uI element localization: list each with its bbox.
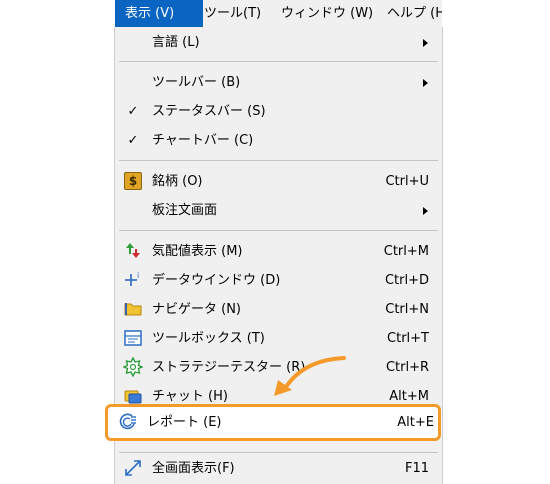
menu-item-label: 銘柄 (O) <box>152 174 203 189</box>
menu-item-toolbar[interactable]: ツールバー (B) <box>115 68 442 97</box>
menu-item-data-window[interactable]: i データウインドウ (D) Ctrl+D <box>115 266 442 295</box>
menu-item-label: ナビゲータ (N) <box>152 302 242 317</box>
menu-window[interactable]: ウィンドウ (W) <box>281 0 373 27</box>
market-watch-icon <box>123 241 143 261</box>
data-window-icon: i <box>123 270 143 290</box>
menu-item-shortcut: Ctrl+M <box>383 244 429 259</box>
menu-item-fullscreen[interactable]: 全画面表示(F) F11 <box>115 454 442 483</box>
svg-text:i: i <box>137 271 139 280</box>
menu-view[interactable]: 表示 (V) <box>115 0 203 27</box>
separator <box>119 61 438 62</box>
separator <box>119 230 438 231</box>
check-icon: ✓ <box>127 103 139 119</box>
menu-item-symbol[interactable]: $ 銘柄 (O) Ctrl+U <box>115 167 442 196</box>
menu-help[interactable]: ヘルプ (H <box>387 0 442 27</box>
menu-item-toolbox[interactable]: ツールボックス (T) Ctrl+T <box>115 324 442 353</box>
separator <box>119 160 438 161</box>
menu-item-shortcut: F11 <box>404 461 429 476</box>
menu-item-statusbar[interactable]: ✓ ステータスバー (S) <box>115 97 442 126</box>
menu-item-shortcut: Alt+E <box>397 415 434 430</box>
separator <box>119 452 438 453</box>
menu-tools[interactable]: ツール(T) <box>204 0 261 27</box>
check-icon: ✓ <box>127 132 139 148</box>
submenu-arrow-icon <box>423 207 428 215</box>
menu-item-shortcut: Ctrl+U <box>385 174 429 189</box>
menu-item-shortcut: Alt+M <box>389 389 429 404</box>
menu-item-label: 板注文画面 <box>152 203 218 218</box>
menu-item-label: 言語 (L) <box>152 35 200 50</box>
menu-item-depth-of-market[interactable]: 板注文画面 <box>115 196 442 225</box>
menu-item-label: ステータスバー (S) <box>152 104 266 119</box>
menu-item-label: チャートバー (C) <box>152 133 254 148</box>
report-icon <box>118 412 138 432</box>
submenu-arrow-icon <box>423 39 428 47</box>
menu-item-report[interactable]: レポート (E) Alt+E <box>115 408 438 437</box>
toolbox-icon <box>123 328 143 348</box>
chat-icon <box>123 386 143 406</box>
menu-item-navigator[interactable]: ナビゲータ (N) Ctrl+N <box>115 295 442 324</box>
menu-item-label: レポート (E) <box>147 415 222 430</box>
menu-item-shortcut: Ctrl+N <box>385 302 429 317</box>
menu-item-shortcut: Ctrl+R <box>385 360 429 375</box>
menu-item-label: ツールバー (B) <box>152 75 241 90</box>
strategy-tester-icon <box>123 357 143 377</box>
folder-icon <box>123 299 143 319</box>
dollar-icon: $ <box>123 171 143 191</box>
annotation-arrow-icon <box>274 356 346 396</box>
menu-item-label: ツールボックス (T) <box>152 331 265 346</box>
menu-item-language[interactable]: 言語 (L) <box>115 28 442 57</box>
menu-item-label: 気配値表示 (M) <box>152 244 243 259</box>
highlight-box: レポート (E) Alt+E <box>105 404 441 441</box>
submenu-arrow-icon <box>423 79 428 87</box>
menu-item-label: 全画面表示(F) <box>152 461 235 476</box>
menu-item-market-watch[interactable]: 気配値表示 (M) Ctrl+M <box>115 237 442 266</box>
menu-item-label: チャット (H) <box>152 389 228 404</box>
menu-item-shortcut: Ctrl+T <box>387 331 429 346</box>
menu-item-shortcut: Ctrl+D <box>384 273 429 288</box>
menu-item-chartbar[interactable]: ✓ チャートバー (C) <box>115 126 442 155</box>
fullscreen-icon <box>123 458 143 478</box>
menu-bar: 表示 (V) ツール(T) ウィンドウ (W) ヘルプ (H <box>115 0 442 27</box>
menu-item-label: データウインドウ (D) <box>152 273 281 288</box>
